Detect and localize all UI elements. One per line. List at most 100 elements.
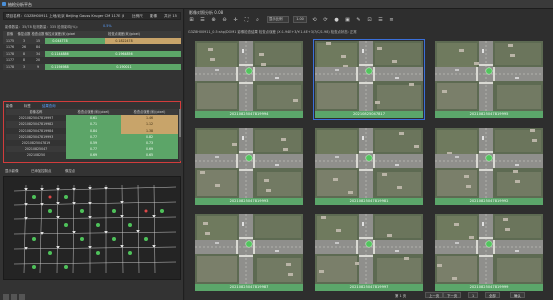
left-panel: 项目名称： G3Z8H00911 上地/北京 Beijing Gauss Kru… [0, 9, 184, 300]
menu-icon[interactable]: ☰ [377, 16, 384, 23]
list-view-icon[interactable]: ≡ [388, 16, 395, 23]
select-icon[interactable]: ⊡ [366, 16, 373, 23]
aerial-image [315, 214, 423, 284]
table-scrollbar[interactable] [179, 109, 181, 161]
total-count: 共计 15 [164, 14, 177, 18]
image-label: 20210825047819999 [435, 284, 543, 291]
filter-text: 影像数量：35/78 检测数量：335 检测影响(%)： [5, 25, 81, 29]
image-tile[interactable]: 20210825047819995 [435, 41, 543, 118]
error-results-section: 影像 标签 结果查询 影像名称 检查点误差(米)(pixel) 检查点误差(米)(pix… [3, 101, 181, 163]
edit-icon[interactable]: ✎ [355, 16, 362, 23]
aerial-image [195, 128, 303, 198]
frame-icon[interactable]: ▣ [344, 16, 351, 23]
filter-value[interactable]: 0.5% [103, 24, 112, 28]
image-tile[interactable]: 20210825047819992 [435, 128, 543, 205]
aerial-image [435, 128, 543, 198]
rotate-left-icon[interactable]: ⟲ [311, 16, 318, 23]
table-cell: 0.190011 [105, 63, 143, 70]
error-table: 影像名称 检查点误差(米)(pixel) 检查点误差(米)(pixel) 202108… [6, 109, 178, 159]
zoom-field[interactable]: 1.00 [293, 16, 307, 23]
zoom-in-icon[interactable]: ⊕ [210, 16, 217, 23]
image-name-cell: 202108250 [6, 152, 66, 159]
point-icon[interactable]: ● [333, 16, 340, 23]
image-tile[interactable]: 20210825047819981 [315, 128, 423, 205]
right-panel: 影像对照分析 0.08 ⊞ ☰ ⊕ ⊖ ✛ ⛶ ⌕ 显示比例 1.00 ⟲ ⟳ ● ▣ ✎ ⊡ ☰ ≡ G3Z8… [185, 9, 553, 300]
map-tool-0[interactable]: 显示影像 [5, 168, 19, 173]
table-cell: 9 [31, 63, 45, 70]
display-ratio-select[interactable]: 显示比例 [267, 16, 289, 23]
bottom-button-2[interactable]: 1 [468, 292, 479, 298]
image-label: 20210825047819995 [435, 111, 543, 118]
move-icon[interactable]: ✛ [232, 16, 239, 23]
scrollbar-thumb[interactable] [179, 109, 181, 137]
image-thumbnail[interactable] [195, 128, 303, 198]
map-tool-1-icon [3, 294, 9, 300]
table-row[interactable]: 1178 3 9 0.1194988 0.190011 [3, 63, 181, 70]
map-tool-1[interactable]: 已添加控制点 [31, 168, 51, 173]
image-thumbnail[interactable] [195, 41, 303, 111]
point-table: 影像 像控点数 检查点数 像控点误差(米)(pixel) 检查点误差(米)(pixel)… [3, 31, 181, 70]
image-label: 影像 [150, 14, 158, 18]
bottom-button-0[interactable]: 上一页 [425, 292, 444, 298]
image-tile[interactable]: 20210825047819999 [435, 214, 543, 291]
rotate-right-icon[interactable]: ⟳ [322, 16, 329, 23]
image-label: 20210825047819994 [195, 111, 303, 118]
image-label: 20210825047819997 [315, 284, 423, 291]
display-ratio-value: 显示比例 [269, 17, 283, 21]
image-thumbnail[interactable] [315, 128, 423, 198]
bottom-button-4[interactable]: 确认 [510, 292, 525, 298]
map-bottom-tools [3, 294, 43, 300]
image-tile[interactable]: 20210825047819997 [315, 214, 423, 291]
image-label: 20210825047819993 [195, 198, 303, 205]
map-tools: 显示影像 已添加控制点 像控点 [3, 167, 181, 175]
image-thumbnail[interactable] [315, 41, 423, 111]
aerial-image [315, 41, 423, 111]
image-thumbnail[interactable] [315, 214, 423, 284]
overview-map[interactable] [3, 176, 181, 280]
error-value-cell: 0.69 [66, 152, 121, 159]
zoom-value: 1.00 [296, 17, 304, 21]
image-thumbnail[interactable] [435, 41, 543, 111]
app-icon [2, 2, 6, 6]
aerial-image [315, 128, 423, 198]
image-tile[interactable]: 20210825047819987 [195, 214, 303, 291]
tab-2[interactable]: 结果查询 [42, 103, 56, 108]
grid-view-icon[interactable]: ⊞ [188, 16, 195, 23]
image-label: 20210825047819981 [315, 198, 423, 205]
aerial-image [435, 41, 543, 111]
error-value-cell: 0.65 [121, 152, 178, 159]
title-bar: 抽检分析平台 [0, 0, 553, 9]
filter-row: 影像数量：35/78 检测数量：335 检测影响(%)： 0.5% [3, 23, 181, 30]
image-tile[interactable]: 20210825047819994 [195, 41, 303, 118]
bottom-bar: 第 1 页 上一页 下一页 1 全部 确认 [185, 292, 553, 300]
bottom-button-1[interactable]: 下一页 [443, 292, 462, 298]
project-name: G3Z8H00911 上地/北京 Beijing Gauss Kruger CM… [24, 14, 124, 18]
image-grid: 20210825047819994 20210825047817 202108250… [188, 36, 550, 298]
aerial-image [195, 214, 303, 284]
map-tool-2[interactable]: 像控点 [65, 168, 75, 173]
bottom-button-3[interactable]: 全部 [485, 292, 500, 298]
image-tile[interactable]: 20210825047817 [313, 39, 425, 120]
table-row[interactable]: 202108250 0.69 0.65 [6, 152, 178, 159]
aerial-image [435, 214, 543, 284]
project-label: 项目名称： [6, 14, 24, 18]
image-thumbnail[interactable] [195, 214, 303, 284]
map-tool-3-icon [19, 294, 25, 300]
image-thumbnail[interactable] [435, 214, 543, 284]
map-canvas [4, 177, 180, 279]
list-icon[interactable]: ☰ [199, 16, 206, 23]
aerial-image [195, 41, 303, 111]
image-label: 20210825047819992 [435, 198, 543, 205]
fullscreen-icon[interactable]: ⛶ [243, 16, 250, 23]
zoom-out-icon[interactable]: ⊖ [221, 16, 228, 23]
table-cell [75, 63, 105, 70]
image-path: G3Z8H00911_0.5:shp/DOM1 影像检查结果 检查点误差 (X:… [188, 30, 357, 34]
tab-0[interactable]: 影像 [6, 103, 13, 108]
image-tile[interactable]: 20210825047819993 [195, 128, 303, 205]
search-icon[interactable]: ⌕ [254, 16, 261, 23]
tab-1[interactable]: 标签 [24, 103, 31, 108]
image-thumbnail[interactable] [435, 128, 543, 198]
image-label: 20210825047817 [315, 111, 423, 118]
map-tool-2-icon [11, 294, 17, 300]
page-status: 第 1 页 [395, 294, 407, 298]
